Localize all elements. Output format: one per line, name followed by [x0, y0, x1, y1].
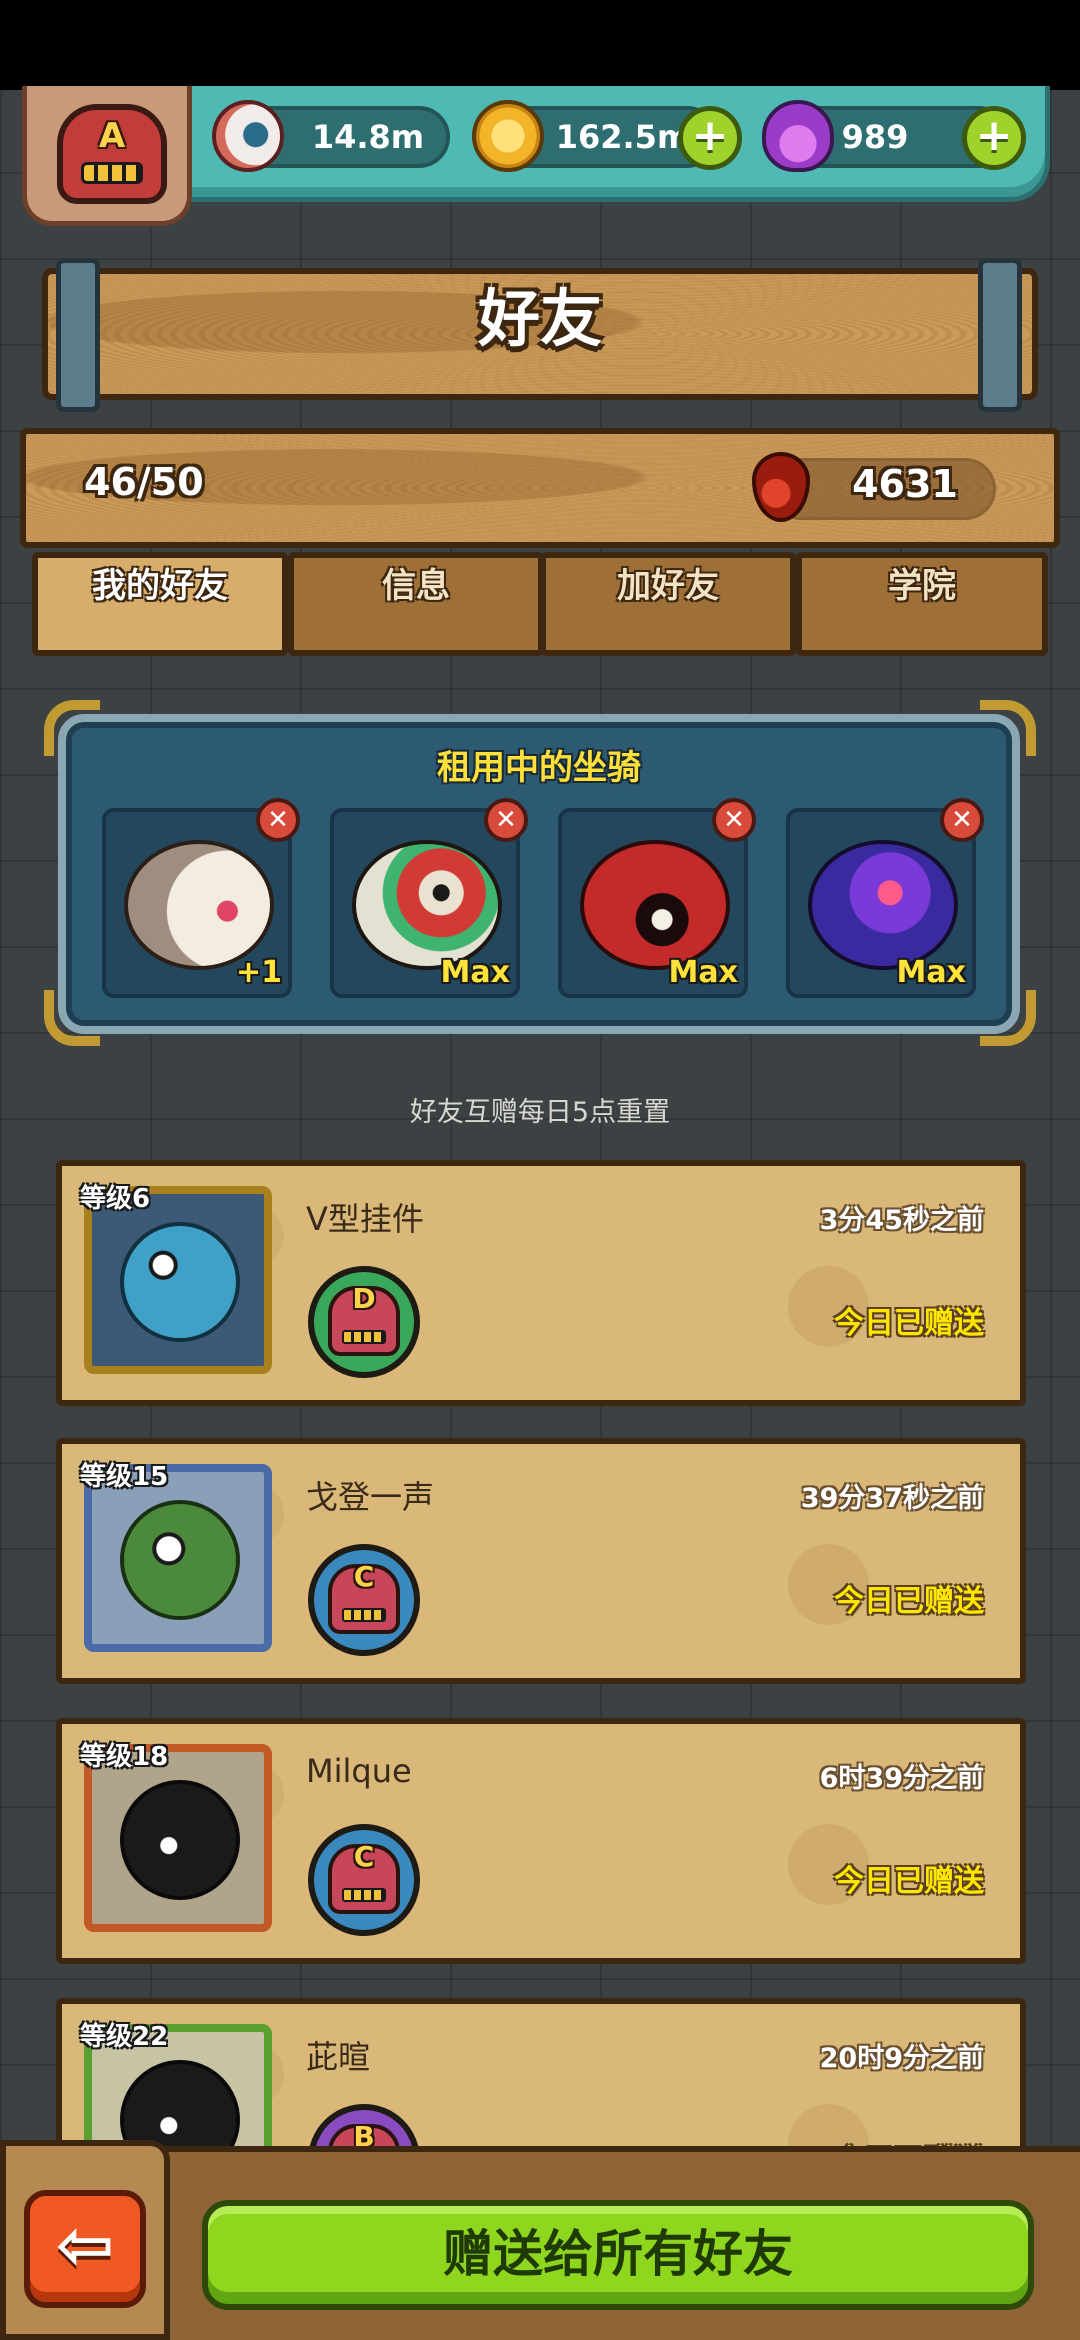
back-button[interactable]: ⇦ — [24, 2190, 146, 2308]
mount-slot[interactable]: Max ✕ — [558, 798, 756, 998]
mount-level: +1 — [235, 955, 282, 990]
friend-count: 46/50 — [84, 460, 204, 504]
remove-mount-button[interactable]: ✕ — [712, 798, 756, 842]
status-bar — [0, 0, 1080, 90]
tab-my-friends[interactable]: 我的好友 — [32, 552, 288, 656]
friend-level: 等级18 — [80, 1742, 169, 1772]
lion-dance-mount-icon — [352, 840, 502, 970]
tab-add-friend[interactable]: 加好友 — [540, 552, 796, 656]
friend-level: 等级22 — [80, 2022, 169, 2052]
friend-name: 茈暄 — [306, 2038, 371, 2076]
rented-mounts-title: 租用中的坐骑 — [437, 748, 641, 788]
friend-name: Milque — [306, 1752, 412, 1790]
friend-rank-letter: C — [353, 1840, 375, 1873]
friend-rank-letter: D — [352, 1282, 376, 1315]
add-potions-button[interactable]: + — [962, 106, 1026, 170]
bunny-mount-icon — [124, 840, 274, 970]
friend-rank-badge: C — [308, 1824, 420, 1936]
remove-mount-button[interactable]: ✕ — [256, 798, 300, 842]
horned-demon-mount-icon — [580, 840, 730, 970]
friend-rank-letter: C — [353, 1560, 375, 1593]
rank-teeth-icon — [342, 1888, 386, 1902]
friend-rank-badge: D — [308, 1266, 420, 1378]
friend-rank-badge: C — [308, 1544, 420, 1656]
last-seen: 39分37秒之前 — [800, 1483, 984, 1514]
mount-slot[interactable]: +1 ✕ — [102, 798, 300, 998]
player-rank-badge[interactable]: A — [22, 86, 192, 226]
rank-mask-icon: C — [328, 1840, 400, 1914]
blue-slug-avatar-icon — [120, 1222, 240, 1342]
tab-messages[interactable]: 信息 — [288, 552, 544, 656]
green-worm-avatar-icon — [120, 1500, 240, 1620]
gift-status: 今日已赠送 — [834, 1584, 984, 1619]
rank-teeth-icon — [81, 162, 143, 184]
rank-mask-icon: A — [57, 104, 167, 204]
tab-academy[interactable]: 学院 — [796, 552, 1048, 656]
last-seen: 3分45秒之前 — [819, 1205, 984, 1236]
mount-level: Max — [440, 955, 510, 990]
purple-rose-mount-icon — [808, 840, 958, 970]
gift-status: 今日已赠送 — [834, 1306, 984, 1341]
gift-status: 今日已赠送 — [834, 1864, 984, 1899]
add-coins-button[interactable]: + — [678, 106, 742, 170]
potion-flask-icon — [762, 100, 834, 172]
last-seen: 6时39分之前 — [819, 1763, 984, 1794]
rank-teeth-icon — [342, 1330, 386, 1344]
mount-slot[interactable]: Max ✕ — [786, 798, 984, 998]
rank-mask-icon: C — [328, 1560, 400, 1634]
friend-card[interactable]: 等级18 Milque 6时39分之前 C 今日已赠送 — [56, 1718, 1026, 1964]
mount-level: Max — [896, 955, 966, 990]
rank-teeth-icon — [342, 1608, 386, 1622]
last-seen: 20时9分之前 — [819, 2043, 984, 2074]
send-to-all-friends-button[interactable]: 赠送给所有好友 — [202, 2200, 1034, 2310]
friend-card[interactable]: 等级6 V型挂件 3分45秒之前 D 今日已赠送 — [56, 1160, 1026, 1406]
friend-level: 等级6 — [80, 1184, 151, 1214]
panel-corner-icon — [44, 990, 100, 1046]
player-rank-letter: A — [98, 116, 126, 156]
remove-mount-button[interactable]: ✕ — [484, 798, 528, 842]
gift-reset-note: 好友互赠每日5点重置 — [409, 1097, 671, 1128]
black-blob-avatar-icon — [120, 1780, 240, 1900]
mount-slot[interactable]: Max ✕ — [330, 798, 528, 998]
friend-level: 等级15 — [80, 1462, 169, 1492]
page-title: 好友 — [477, 282, 602, 355]
panel-corner-icon — [980, 990, 1036, 1046]
blood-points-value: 4631 — [852, 462, 958, 506]
remove-mount-button[interactable]: ✕ — [940, 798, 984, 842]
friend-name: 戈登一声 — [306, 1478, 435, 1516]
friend-card[interactable]: 等级15 戈登一声 39分37秒之前 C 今日已赠送 — [56, 1438, 1026, 1684]
mount-level: Max — [668, 955, 738, 990]
back-arrow-icon: ⇦ — [55, 2204, 115, 2286]
eyeball-icon — [212, 100, 284, 172]
friend-name: V型挂件 — [306, 1200, 424, 1238]
rank-mask-icon: D — [328, 1282, 400, 1356]
gold-coin-icon — [472, 100, 544, 172]
